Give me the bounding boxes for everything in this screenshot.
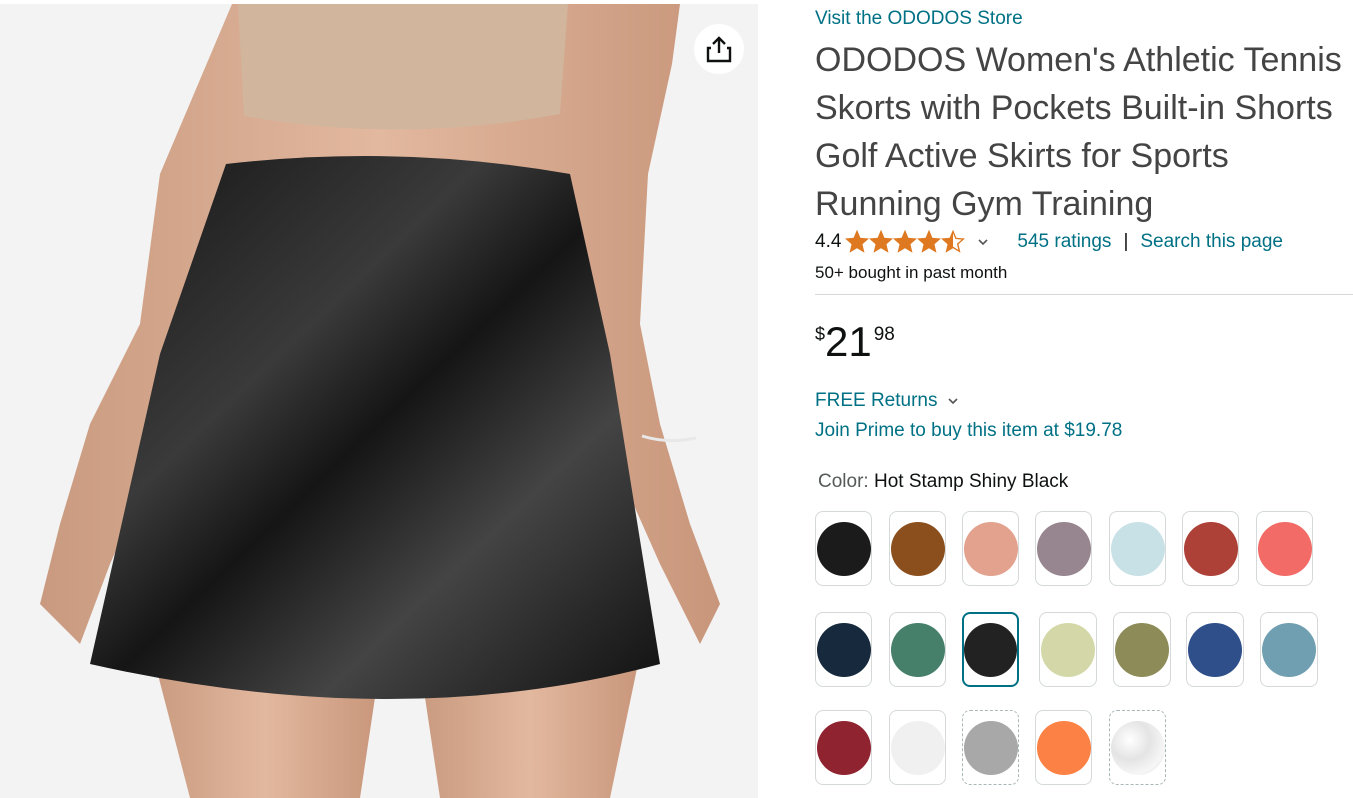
divider (815, 294, 1353, 295)
color-swatch-dot (1115, 622, 1169, 677)
color-swatch-dot (816, 521, 871, 576)
color-swatch-dot (890, 521, 945, 576)
color-swatch[interactable] (1260, 612, 1318, 687)
color-swatch-dot (1262, 622, 1316, 677)
color-swatch[interactable] (962, 710, 1019, 785)
color-selection: Color: Hot Stamp Shiny Black (818, 471, 1068, 493)
color-swatch[interactable] (1182, 511, 1239, 586)
color-swatch[interactable] (889, 710, 946, 785)
price-whole: 21 (825, 318, 872, 365)
star-icon (893, 230, 918, 253)
chevron-down-icon (947, 397, 959, 405)
color-swatch[interactable] (1109, 710, 1166, 785)
color-swatch[interactable] (815, 612, 872, 687)
separator: | (1123, 231, 1129, 252)
star-icon (917, 230, 942, 253)
color-swatch-dot (1257, 521, 1312, 576)
color-swatch[interactable] (1035, 710, 1092, 785)
star-icon (869, 230, 894, 253)
color-swatch-dot (963, 521, 1018, 576)
star-icon (941, 230, 966, 253)
ratings-count-link[interactable]: 545 ratings (1017, 231, 1111, 253)
free-returns-label: FREE Returns (815, 390, 938, 411)
color-swatch-dot (1183, 521, 1238, 576)
color-swatch[interactable] (1109, 511, 1166, 586)
rating-row: 4.4 545 ratings | Search this page (815, 229, 1353, 255)
price-fraction: 98 (873, 324, 895, 345)
join-prime-link[interactable]: Join Prime to buy this item at $19.78 (815, 420, 1122, 442)
store-link[interactable]: Visit the ODODOS Store (815, 8, 1023, 30)
selected-color: Hot Stamp Shiny Black (873, 471, 1069, 492)
star-rating[interactable] (845, 230, 966, 254)
color-swatch-dot (1110, 720, 1165, 775)
color-swatch[interactable] (889, 511, 946, 586)
price: $ 21 98 (815, 318, 895, 366)
color-swatch-dot (1036, 521, 1091, 576)
color-swatch[interactable] (815, 511, 872, 586)
share-icon (706, 36, 732, 63)
color-swatch[interactable] (1186, 612, 1244, 687)
color-swatch-dot (963, 720, 1018, 775)
color-swatch[interactable] (815, 710, 872, 785)
color-swatch-dot (816, 622, 871, 677)
color-swatch-dot (1188, 622, 1242, 677)
color-swatch[interactable] (1256, 511, 1313, 586)
color-swatch-dot (890, 622, 945, 677)
product-image[interactable] (0, 4, 758, 798)
color-label: Color: (818, 471, 869, 492)
color-swatch[interactable] (1113, 612, 1171, 687)
price-symbol: $ (815, 324, 826, 344)
color-swatch[interactable] (962, 612, 1019, 687)
search-page-link[interactable]: Search this page (1140, 231, 1283, 253)
product-title: ODODOS Women's Athletic Tennis Skorts wi… (815, 41, 1342, 223)
share-button[interactable] (694, 24, 744, 74)
color-swatch-dot (816, 720, 871, 775)
color-swatch[interactable] (962, 511, 1019, 586)
color-swatch-dot (964, 622, 1017, 677)
color-swatch-dot (1110, 521, 1165, 576)
color-swatch-dot (890, 720, 945, 775)
color-swatch[interactable] (1039, 612, 1097, 687)
product-photo (0, 4, 758, 798)
free-returns-link[interactable]: FREE Returns (815, 390, 959, 412)
star-icon (845, 230, 870, 253)
color-swatch-dot (1036, 720, 1091, 775)
color-swatch[interactable] (889, 612, 946, 687)
color-swatch-dot (1041, 622, 1095, 677)
color-swatch[interactable] (1035, 511, 1092, 586)
rating-value: 4.4 (815, 231, 842, 252)
chevron-down-icon[interactable] (977, 238, 989, 246)
bought-in-past-month: 50+ bought in past month (815, 263, 1008, 282)
